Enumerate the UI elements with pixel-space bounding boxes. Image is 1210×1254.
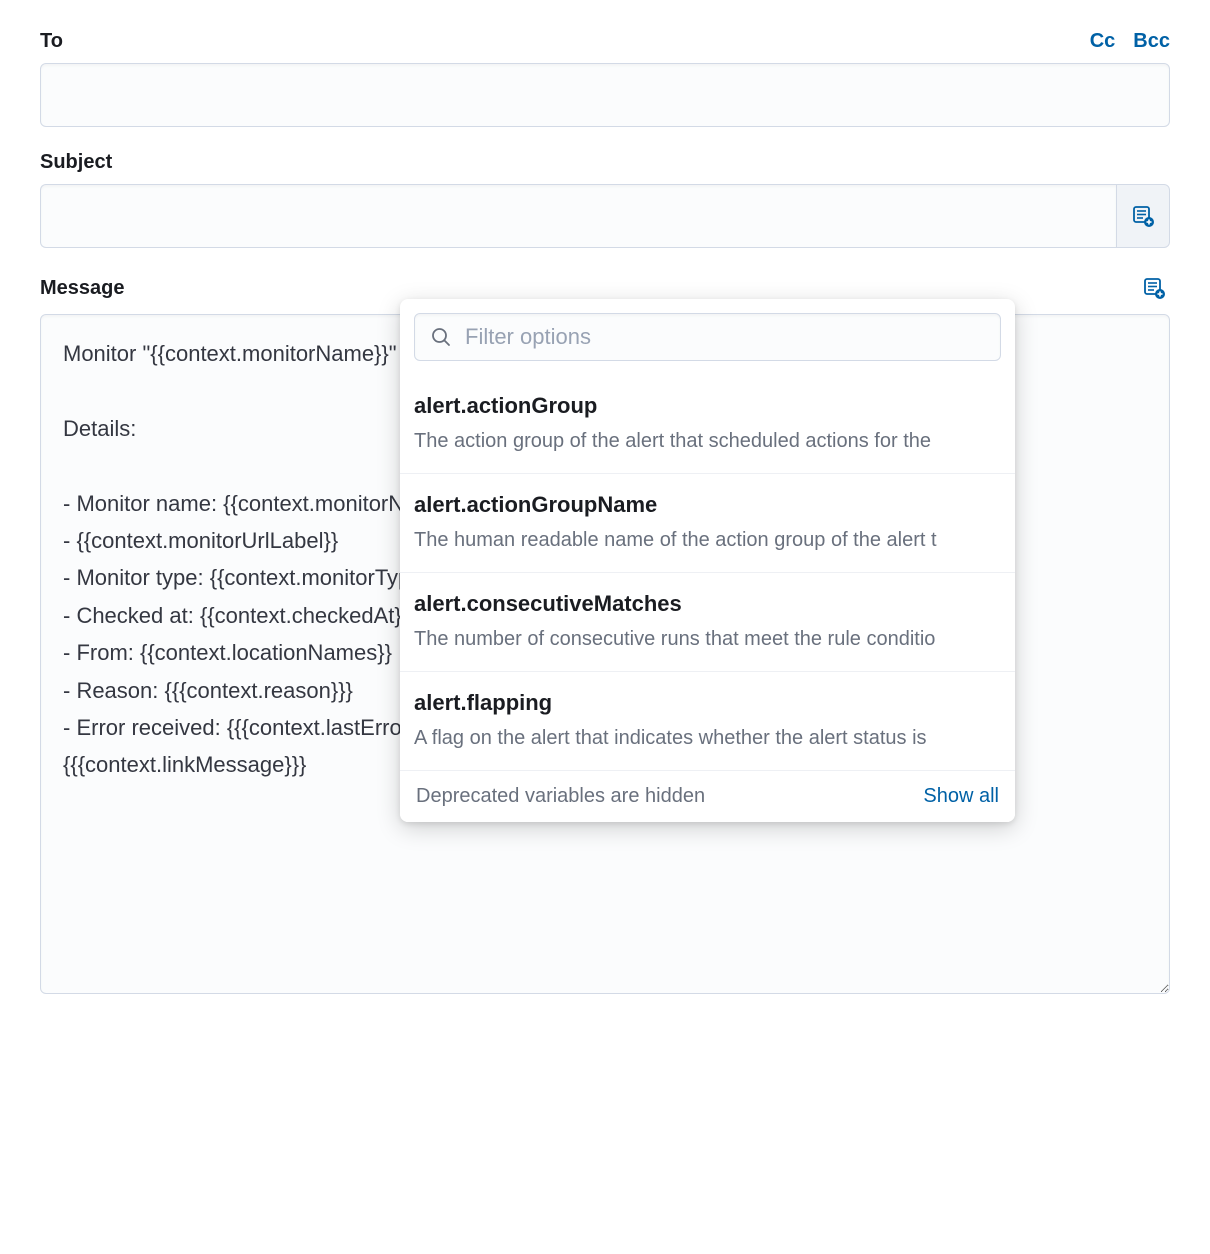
add-variable-icon [1142, 276, 1166, 300]
message-container: alert.actionGroup The action group of th… [40, 314, 1170, 999]
subject-field-header: Subject [40, 151, 1170, 174]
option-desc: A flag on the alert that indicates wheth… [414, 724, 1001, 752]
option-title: alert.flapping [414, 690, 1001, 716]
option-item[interactable]: alert.consecutiveMatches The number of c… [400, 572, 1015, 671]
option-item[interactable]: alert.actionGroup The action group of th… [400, 375, 1015, 473]
option-desc: The human readable name of the action gr… [414, 526, 1001, 554]
cc-link[interactable]: Cc [1090, 30, 1116, 53]
filter-input[interactable] [465, 324, 986, 350]
option-desc: The action group of the alert that sched… [414, 427, 1001, 455]
search-icon [429, 325, 453, 349]
to-label: To [40, 30, 63, 53]
to-input[interactable] [40, 63, 1170, 127]
bcc-link[interactable]: Bcc [1133, 30, 1170, 53]
subject-row [40, 184, 1170, 248]
add-variable-icon [1131, 204, 1155, 228]
message-label: Message [40, 277, 125, 300]
option-item[interactable]: alert.flapping A flag on the alert that … [400, 671, 1015, 770]
to-field-group: To Cc Bcc [40, 30, 1170, 127]
option-item[interactable]: alert.actionGroupName The human readable… [400, 473, 1015, 572]
popover-footer: Deprecated variables are hidden Show all [400, 770, 1015, 822]
cc-bcc-links: Cc Bcc [1090, 30, 1170, 53]
option-title: alert.actionGroup [414, 393, 1001, 419]
options-list[interactable]: alert.actionGroup The action group of th… [400, 375, 1015, 770]
option-desc: The number of consecutive runs that meet… [414, 625, 1001, 653]
option-title: alert.consecutiveMatches [414, 591, 1001, 617]
message-variable-button[interactable] [1138, 272, 1170, 304]
filter-input-wrapper [414, 313, 1001, 361]
subject-input[interactable] [40, 184, 1116, 248]
subject-label: Subject [40, 151, 112, 174]
email-form: To Cc Bcc Subject [40, 30, 1170, 999]
to-field-header: To Cc Bcc [40, 30, 1170, 53]
message-field-group: Message [40, 272, 1170, 999]
variable-popover: alert.actionGroup The action group of th… [400, 299, 1015, 822]
filter-box [400, 299, 1015, 375]
deprecated-note: Deprecated variables are hidden [416, 785, 705, 808]
subject-variable-button[interactable] [1116, 184, 1170, 248]
show-all-link[interactable]: Show all [923, 785, 999, 808]
subject-field-group: Subject [40, 151, 1170, 248]
option-title: alert.actionGroupName [414, 492, 1001, 518]
